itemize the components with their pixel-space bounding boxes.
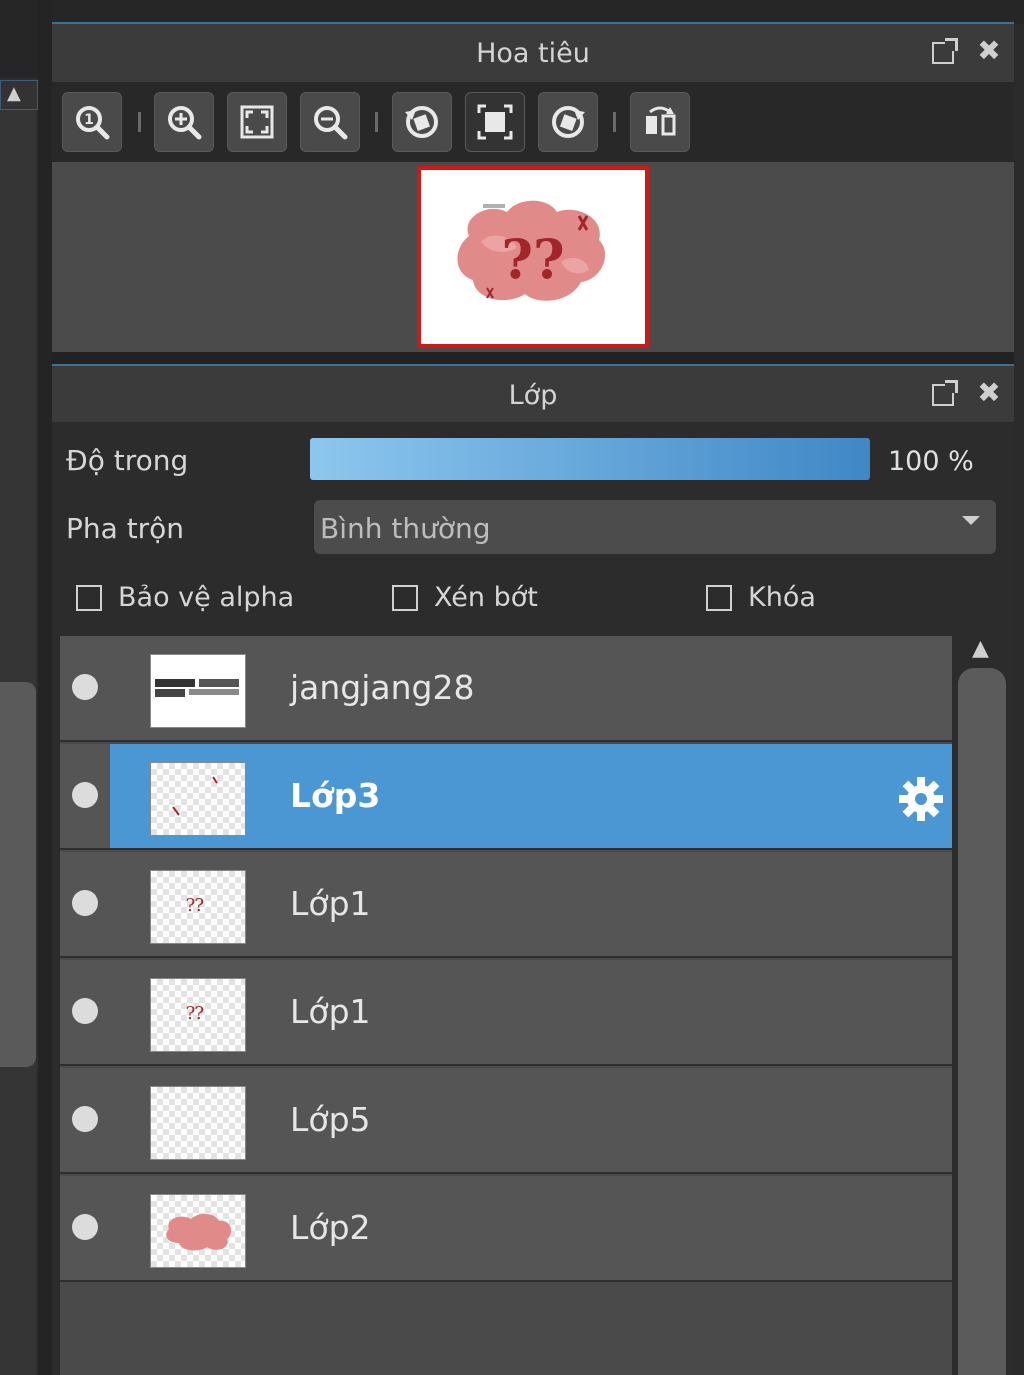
- layer-list-empty-area: [60, 1282, 952, 1375]
- layer-thumbnail: [150, 654, 246, 728]
- layers-title: Lớp: [508, 380, 558, 411]
- zoom-actual-button[interactable]: 1: [62, 92, 122, 152]
- left-scrollbar-thumb[interactable]: [0, 682, 36, 1067]
- zoom-out-icon: [314, 106, 348, 140]
- popout-icon[interactable]: [932, 380, 958, 406]
- layer-row[interactable]: Lớp2: [60, 1176, 952, 1282]
- visibility-toggle[interactable]: [72, 998, 98, 1024]
- panel-divider: [38, 0, 52, 1375]
- layer-scrollbar[interactable]: [958, 668, 1006, 1375]
- layer-name: Lớp2: [290, 1208, 371, 1247]
- layer-thumbnail: ⁇: [150, 978, 246, 1052]
- svg-text:⁇: ⁇: [186, 1003, 204, 1024]
- arrow-up-icon: ▲: [972, 636, 989, 661]
- layer-row[interactable]: ⁇ Lớp1: [60, 960, 952, 1066]
- layer-thumbnail: ⁇: [150, 870, 246, 944]
- layer-row[interactable]: ⁇ Lớp1: [60, 852, 952, 958]
- svg-text:⁇: ⁇: [186, 895, 204, 916]
- svg-text:1: 1: [84, 112, 94, 128]
- toolbar-separator: [375, 112, 378, 132]
- layer-row-selected[interactable]: Lớp3: [60, 744, 952, 850]
- lock-checkbox[interactable]: [706, 584, 732, 611]
- flip-horizontal-icon: [646, 106, 676, 136]
- visibility-toggle[interactable]: [72, 1214, 98, 1240]
- clipping-option[interactable]: Xén bớt: [392, 582, 538, 613]
- fit-canvas-button[interactable]: [465, 92, 525, 152]
- visibility-toggle[interactable]: [72, 782, 98, 808]
- opacity-label: Độ trong: [66, 444, 189, 477]
- zoom-in-icon: [168, 106, 202, 140]
- navigator-toolbar: 1: [52, 82, 1014, 162]
- layer-row[interactable]: Lớp5: [60, 1068, 952, 1174]
- close-icon[interactable]: ✖: [974, 36, 1004, 66]
- zoom-actual-icon: 1: [76, 106, 110, 140]
- layer-thumbnail: [150, 762, 246, 836]
- preview-text: ??: [501, 227, 564, 291]
- arrow-up-icon: ▲: [7, 83, 21, 104]
- rotate-left-icon: [405, 106, 438, 138]
- layer-name: jangjang28: [290, 668, 475, 707]
- layer-thumbnail: [150, 1086, 246, 1160]
- layer-name: Lớp1: [290, 884, 371, 923]
- layer-name: Lớp3: [290, 776, 381, 815]
- toolbar-separator: [138, 112, 141, 132]
- flip-horizontal-button[interactable]: [630, 92, 690, 152]
- opacity-value: 100 %: [888, 446, 974, 477]
- layer-scroll-up-button[interactable]: ▲: [960, 636, 1004, 666]
- top-bar: [52, 0, 1024, 24]
- layer-row[interactable]: jangjang28: [60, 636, 952, 742]
- visibility-toggle[interactable]: [72, 890, 98, 916]
- protect-alpha-checkbox[interactable]: [76, 584, 102, 611]
- fit-window-button[interactable]: [227, 92, 287, 152]
- visibility-toggle[interactable]: [72, 1106, 98, 1132]
- fit-window-icon: [240, 105, 274, 139]
- chevron-down-icon[interactable]: [962, 516, 980, 525]
- blend-mode-value: Bình thường: [320, 512, 491, 545]
- protect-alpha-option[interactable]: Bảo vệ alpha: [76, 582, 294, 613]
- lock-label: Khóa: [748, 582, 816, 613]
- protect-alpha-label: Bảo vệ alpha: [118, 582, 295, 613]
- fit-canvas-icon: [477, 104, 513, 140]
- rotate-right-button[interactable]: [538, 92, 598, 152]
- layer-thumbnail: [150, 1194, 246, 1268]
- clipping-label: Xén bớt: [434, 582, 538, 613]
- navigator-canvas-preview[interactable]: ??: [417, 166, 649, 348]
- navigator-header: Hoa tiêu ✖: [52, 24, 1014, 82]
- layer-name: Lớp1: [290, 992, 371, 1031]
- layers-header: Lớp ✖: [52, 366, 1014, 422]
- visibility-toggle[interactable]: [72, 674, 98, 700]
- layer-name: Lớp5: [290, 1100, 371, 1139]
- navigator-title: Hoa tiêu: [476, 38, 590, 69]
- zoom-in-button[interactable]: [154, 92, 214, 152]
- zoom-out-button[interactable]: [300, 92, 360, 152]
- left-scroll-up-button[interactable]: ▲: [0, 80, 38, 110]
- popout-icon[interactable]: [932, 38, 958, 64]
- clipping-checkbox[interactable]: [392, 584, 418, 611]
- opacity-slider[interactable]: [310, 438, 870, 480]
- panel-separator: [52, 352, 1014, 364]
- close-icon[interactable]: ✖: [974, 378, 1004, 408]
- rotate-right-icon: [552, 106, 585, 138]
- rotate-left-button[interactable]: [392, 92, 452, 152]
- blend-label: Pha trộn: [66, 512, 185, 545]
- canvas-thumbnail-image: ??: [457, 200, 606, 301]
- lock-option[interactable]: Khóa: [706, 582, 816, 613]
- toolbar-separator: [613, 112, 616, 132]
- gear-icon[interactable]: [896, 774, 946, 824]
